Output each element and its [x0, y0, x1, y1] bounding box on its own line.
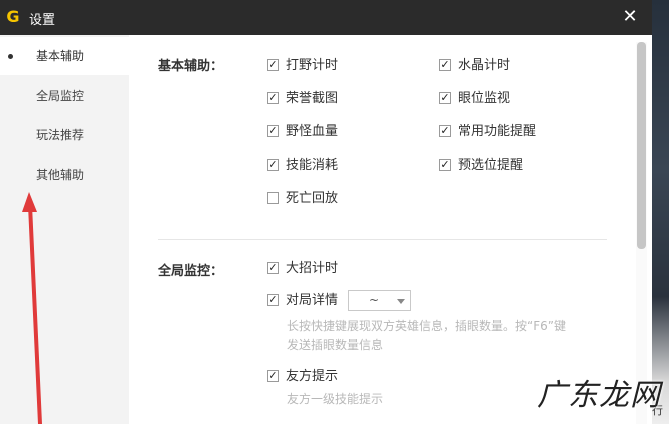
match-details-description-line2: 发送插眼数量信息 — [287, 338, 384, 352]
ally-tips-description: 友方一级技能提示 — [287, 392, 384, 406]
checkbox[interactable]: ✓ — [267, 294, 279, 306]
sidebar: 基本辅助 全局监控 玩法推荐 其他辅助 — [0, 35, 129, 424]
checkbox[interactable]: ✓ — [267, 59, 279, 71]
background-game-area — [652, 0, 669, 424]
sidebar-item-label: 玩法推荐 — [36, 128, 85, 142]
option-label: 水晶计时 — [458, 58, 511, 73]
sidebar-item-label: 全局监控 — [36, 89, 85, 103]
option-label: 常用功能提醒 — [458, 124, 537, 139]
match-details-select[interactable]: ~ — [348, 290, 411, 311]
active-dot-icon — [8, 54, 13, 59]
option-label: 打野计时 — [286, 58, 339, 73]
checkbox[interactable]: ✓ — [439, 92, 451, 104]
select-value: ~ — [369, 293, 380, 307]
scrollbar-thumb[interactable] — [637, 42, 646, 249]
section-title-basic: 基本辅助： — [158, 59, 224, 74]
checkbox[interactable]: ✓ — [267, 159, 279, 171]
option-label: 死亡回放 — [286, 191, 339, 206]
checkbox[interactable]: ✓ — [267, 125, 279, 137]
section-title-global: 全局监控： — [158, 264, 224, 279]
watermark-text: 广东龙网 — [537, 378, 661, 413]
option-label: 荣誉截图 — [286, 91, 339, 106]
sidebar-item-global[interactable]: 全局监控 — [0, 77, 129, 115]
option-label: 大招计时 — [286, 261, 339, 276]
option-label: 野怪血量 — [286, 124, 339, 139]
section-divider — [158, 239, 607, 240]
app-logo-icon: G — [6, 7, 20, 26]
option-label: 技能消耗 — [286, 158, 339, 173]
close-icon: ✕ — [622, 6, 638, 27]
sidebar-item-label: 其他辅助 — [36, 168, 85, 182]
option-label: 眼位监视 — [458, 91, 511, 106]
checkbox[interactable]: ✓ — [439, 125, 451, 137]
sidebar-item-label: 基本辅助 — [36, 49, 85, 63]
option-label: 对局详情 — [286, 293, 339, 308]
title-bar: G 设置 ✕ — [0, 0, 652, 35]
checkbox[interactable]: ✓ — [267, 92, 279, 104]
settings-dialog: G 设置 ✕ 基本辅助 全局监控 玩法推荐 其他辅助 基本辅助： ✓ 打野计时 … — [0, 0, 652, 424]
checkbox[interactable]: ✓ — [439, 59, 451, 71]
match-details-description-line1: 长按快捷键展现双方英雄信息，插眼数量。按“F6”键 — [287, 319, 566, 333]
sidebar-item-other[interactable]: 其他辅助 — [0, 156, 129, 194]
checkbox[interactable]: ✓ — [439, 159, 451, 171]
checkbox[interactable]: ✓ — [267, 262, 279, 274]
checkbox[interactable] — [267, 192, 279, 204]
chevron-down-icon — [397, 299, 405, 304]
option-label: 预选位提醒 — [458, 158, 524, 173]
sidebar-item-recommend[interactable]: 玩法推荐 — [0, 116, 129, 154]
window-title: 设置 — [29, 13, 56, 28]
sidebar-item-basic[interactable]: 基本辅助 — [0, 37, 129, 75]
close-button[interactable]: ✕ — [619, 6, 641, 28]
checkbox[interactable]: ✓ — [267, 370, 279, 382]
option-label: 友方提示 — [286, 369, 339, 384]
